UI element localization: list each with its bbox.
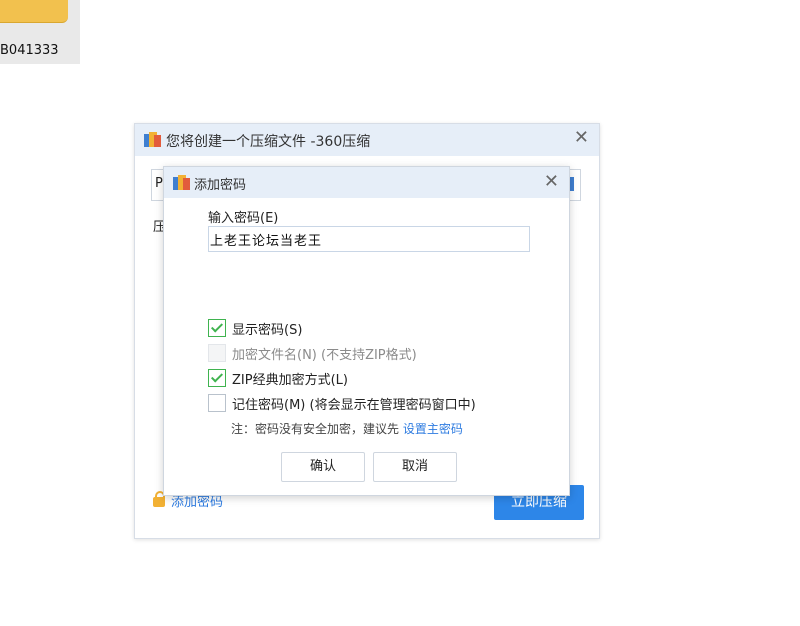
password-dialog-title: 添加密码 (194, 178, 247, 193)
set-master-password-link[interactable]: 设置主密码 (403, 422, 463, 436)
encrypt-filename-checkbox (208, 344, 226, 362)
close-icon[interactable]: ✕ (574, 129, 589, 147)
desktop-file-item[interactable]: B041333 (0, 0, 80, 64)
zip-classic-encryption-label: ZIP经典加密方式(L) (232, 373, 348, 388)
password-input[interactable]: 上老王论坛当老王 (208, 226, 530, 252)
close-icon[interactable]: ✕ (544, 173, 559, 191)
browse-icon[interactable] (570, 177, 574, 191)
remember-password-label: 记住密码(M) (将会显示在管理密码窗口中) (232, 398, 476, 413)
show-password-checkbox[interactable] (208, 319, 226, 337)
folder-icon (0, 0, 68, 23)
outer-dialog-title: 您将创建一个压缩文件 -360压缩 (166, 134, 371, 150)
confirm-button[interactable]: 确认 (281, 452, 365, 482)
security-note: 注：密码没有安全加密，建议先 设置主密码 (231, 420, 463, 437)
360-zip-icon (144, 132, 161, 147)
archive-path-value: P (155, 176, 163, 191)
password-title-bar: 添加密码 ✕ (164, 167, 569, 198)
desktop-file-label: B041333 (0, 43, 59, 58)
security-note-text: 注：密码没有安全加密，建议先 (231, 422, 403, 436)
cancel-button[interactable]: 取消 (373, 452, 457, 482)
password-input-value: 上老王论坛当老王 (210, 234, 323, 249)
encrypt-filename-label: 加密文件名(N) (不支持ZIP格式) (232, 348, 417, 363)
outer-title-bar: 您将创建一个压缩文件 -360压缩 ✕ (135, 124, 599, 156)
lock-icon (153, 491, 165, 507)
show-password-label: 显示密码(S) (232, 323, 303, 338)
password-input-label: 输入密码(E) (208, 211, 279, 226)
remember-password-checkbox[interactable] (208, 394, 226, 412)
add-password-dialog: 添加密码 ✕ 输入密码(E) 上老王论坛当老王 显示密码(S) 加密文件名(N)… (163, 166, 570, 496)
360-zip-icon (173, 175, 190, 190)
add-password-label: 添加密码 (171, 495, 224, 510)
zip-classic-encryption-checkbox[interactable] (208, 369, 226, 387)
